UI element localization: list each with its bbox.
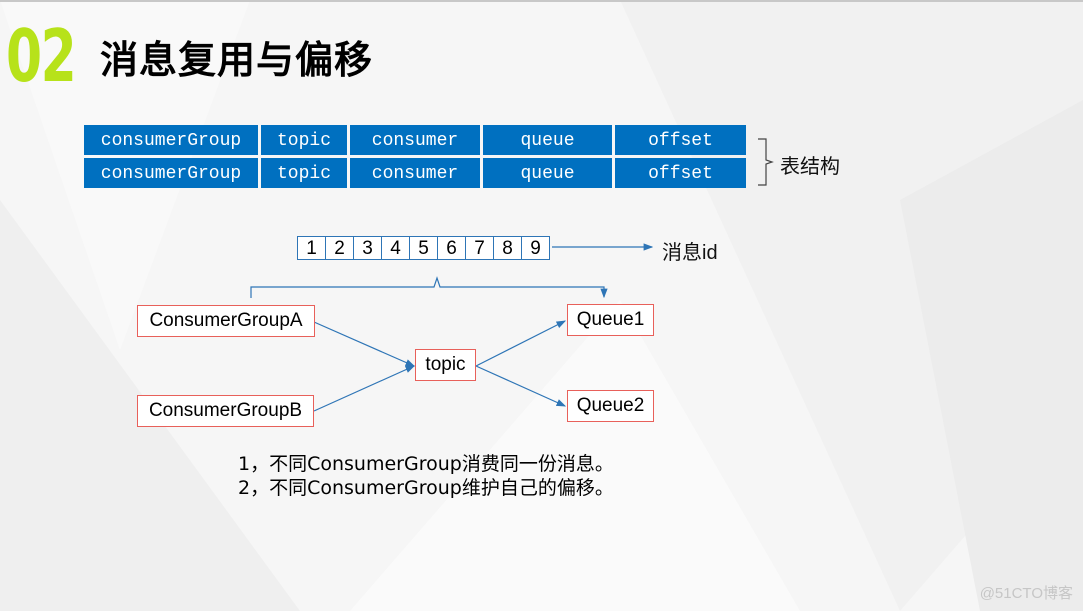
arrow-topic-queue2 bbox=[475, 365, 567, 407]
note-line: 1，不同ConsumerGroup消费同一份消息。 bbox=[238, 453, 614, 475]
consumer-group-b-box: ConsumerGroupB bbox=[137, 395, 314, 427]
topic-box: topic bbox=[415, 349, 476, 381]
notes: 1，不同ConsumerGroup消费同一份消息。 2，不同ConsumerGr… bbox=[238, 452, 614, 500]
table-brace bbox=[758, 138, 774, 186]
queue1-box: Queue1 bbox=[567, 304, 654, 336]
consumer-group-a-box: ConsumerGroupA bbox=[137, 305, 315, 337]
offset-brace bbox=[250, 276, 608, 299]
arrow-groupa-topic bbox=[313, 321, 416, 367]
queue2-box: Queue2 bbox=[567, 390, 654, 422]
arrow-groupb-topic bbox=[313, 365, 416, 412]
watermark: @51CTO博客 bbox=[979, 585, 1073, 602]
arrow-topic-queue1 bbox=[475, 320, 567, 367]
note-line: 2，不同ConsumerGroup维护自己的偏移。 bbox=[238, 477, 614, 499]
